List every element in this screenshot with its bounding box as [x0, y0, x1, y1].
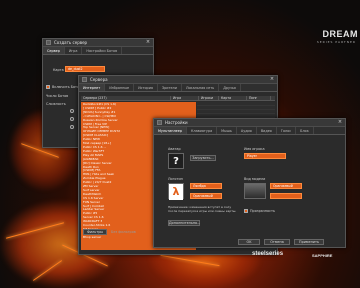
- lambda-icon: λ: [169, 184, 183, 200]
- logo-value: Лямбда: [193, 184, 206, 188]
- tab-keyboard[interactable]: Клавиатура: [187, 127, 218, 134]
- tab-bot-settings[interactable]: Настройки Ботов: [82, 47, 123, 54]
- server-list-header: Сервера (237) Игра Игроки Карта Пинг: [81, 96, 275, 101]
- transparency-label: Прозрачность: [250, 209, 275, 213]
- tab-friends[interactable]: Друзья: [219, 84, 241, 91]
- browse-button[interactable]: Загрузить...: [190, 155, 216, 161]
- filter-button[interactable]: Фильтры: [83, 229, 107, 235]
- model-color-select[interactable]: [270, 193, 302, 199]
- hint-text: Примечание: изменения вступят в силу пос…: [168, 205, 237, 213]
- tab-bar: Интернет Избранные История Зрители Локал…: [79, 84, 277, 92]
- tab-game[interactable]: Игра: [65, 47, 83, 54]
- tab-server[interactable]: Сервер: [43, 47, 65, 54]
- model-value: Оранжевый: [273, 184, 293, 188]
- tab-audio[interactable]: Аудио: [237, 127, 257, 134]
- player-name-value: Player: [247, 154, 257, 158]
- sapphire-logo: SAPPHIRE: [312, 253, 333, 258]
- avatar-label: Аватар: [168, 147, 181, 151]
- difficulty-radio[interactable]: [70, 125, 74, 129]
- app-icon: [82, 77, 87, 82]
- app-icon: [157, 120, 162, 125]
- map-value: de_dust2: [68, 67, 83, 71]
- model-select[interactable]: Оранжевый: [270, 183, 302, 189]
- tab-multiplayer[interactable]: Мультиплеер: [154, 127, 187, 134]
- tab-bar: Мультиплеер Клавиатура Мышь Аудио Видео …: [154, 127, 345, 135]
- tab-internet[interactable]: Интернет: [79, 84, 106, 91]
- window-titlebar[interactable]: Настройки ×: [154, 119, 345, 127]
- tab-video[interactable]: Видео: [257, 127, 277, 134]
- question-icon: ?: [173, 156, 179, 167]
- ok-button[interactable]: OK: [238, 239, 260, 245]
- column-header[interactable]: Пинг: [247, 96, 271, 100]
- tab-favorites[interactable]: Избранные: [105, 84, 135, 91]
- window-title: Настройки: [165, 120, 188, 125]
- apply-button[interactable]: Применить: [294, 239, 324, 245]
- tab-voice[interactable]: Голос: [277, 127, 297, 134]
- difficulty-radio[interactable]: [70, 109, 74, 113]
- app-icon: [46, 40, 51, 45]
- brand-subtitle: SERIES PARTNER: [316, 40, 356, 44]
- close-icon[interactable]: ×: [145, 40, 151, 45]
- close-icon[interactable]: ×: [269, 77, 275, 82]
- window-titlebar[interactable]: Сервера ×: [79, 76, 277, 84]
- column-header[interactable]: Игроки: [199, 96, 219, 100]
- transparency-checkbox[interactable]: [244, 209, 248, 213]
- window-title: Сервера: [90, 77, 108, 82]
- advanced-button[interactable]: Дополнительно...: [168, 220, 200, 226]
- player-name-input[interactable]: Player: [244, 153, 286, 159]
- tab-spectate[interactable]: Зрители: [158, 84, 182, 91]
- model-label: Вид модели: [244, 177, 266, 181]
- steelseries-logo: steelseries: [252, 251, 284, 257]
- window-title: Создать сервер: [54, 40, 88, 45]
- tab-bar: Сервер Игра Настройки Ботов: [43, 47, 153, 55]
- column-header[interactable]: Сервера (237): [81, 96, 171, 100]
- avatar-preview: ?: [168, 153, 184, 169]
- map-label: Карта: [53, 68, 64, 72]
- column-header[interactable]: Карта: [219, 96, 247, 100]
- tab-lan[interactable]: Локальная сеть: [182, 84, 220, 91]
- cancel-button[interactable]: Отмена: [264, 239, 290, 245]
- model-preview: [244, 183, 266, 199]
- bot-count-label: Число Ботов: [46, 94, 69, 98]
- close-icon[interactable]: ×: [337, 120, 343, 125]
- logo-preview: λ: [168, 183, 184, 200]
- map-select[interactable]: de_dust2: [65, 66, 105, 72]
- tab-lock[interactable]: Блок: [296, 127, 314, 134]
- player-name-label: Имя игрока: [244, 147, 265, 151]
- logo-select[interactable]: Лямбда: [190, 183, 222, 189]
- logo-color-value: Оранжевый: [193, 194, 213, 198]
- difficulty-label: Сложность: [46, 102, 66, 106]
- difficulty-radio[interactable]: [70, 117, 74, 121]
- logo-label: Логотип: [168, 177, 183, 181]
- filter-status: Без фильтров: [111, 230, 136, 234]
- logo-color-select[interactable]: Оранжевый: [190, 193, 222, 199]
- settings-window: Настройки × Мультиплеер Клавиатура Мышь …: [153, 118, 346, 248]
- enable-bots-label: Включить Ботов: [52, 85, 82, 89]
- enable-bots-checkbox[interactable]: [46, 85, 50, 89]
- tab-mouse[interactable]: Мышь: [217, 127, 237, 134]
- brand-logo: DREAM: [322, 29, 358, 39]
- column-header[interactable]: Игра: [171, 96, 199, 100]
- tab-history[interactable]: История: [134, 84, 158, 91]
- window-titlebar[interactable]: Создать сервер ×: [43, 39, 153, 47]
